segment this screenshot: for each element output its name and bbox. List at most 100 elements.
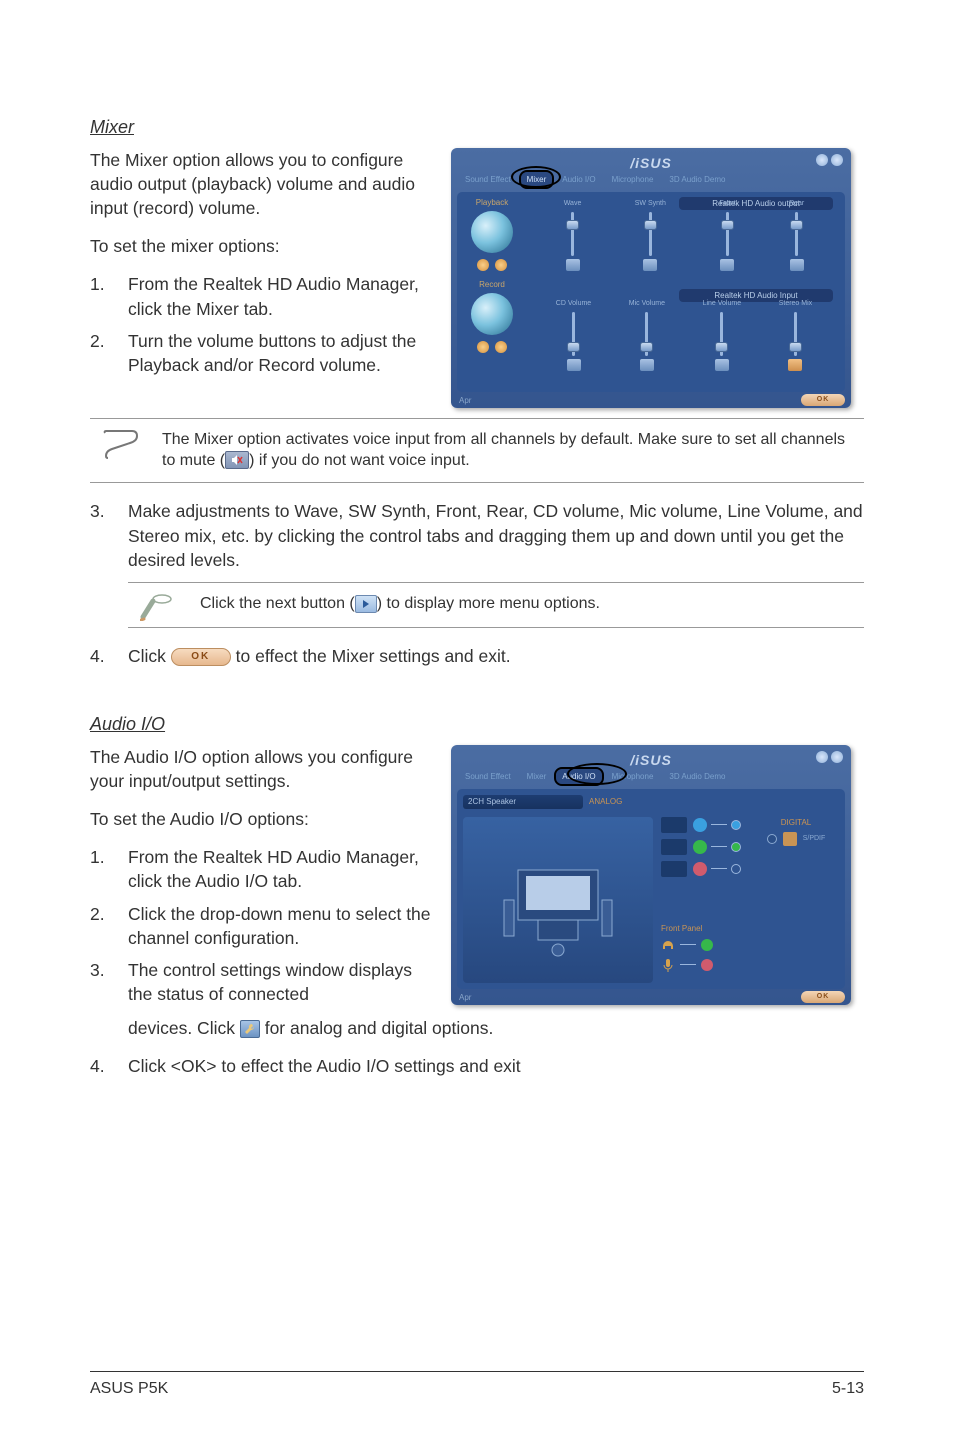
slider-label: Rear <box>789 199 804 209</box>
ok-button[interactable]: OK <box>801 991 845 1003</box>
slider-label: Front <box>719 199 735 209</box>
step-number: 4. <box>90 644 128 668</box>
wrench-icon <box>240 1020 260 1038</box>
mixer-step-2: Turn the volume buttons to adjust the Pl… <box>128 329 433 377</box>
slider-label: Line Volume <box>703 299 742 309</box>
callout-circle <box>567 763 627 785</box>
tab-microphone[interactable]: Microphone <box>606 172 660 187</box>
playback-label: Playback <box>462 197 522 208</box>
note-text: Click the next button () to display more… <box>200 589 864 620</box>
step-number: 4. <box>90 1054 128 1078</box>
window-controls[interactable] <box>816 154 843 166</box>
note-text: The Mixer option activates voice input f… <box>162 425 864 477</box>
audio-io-step-1: From the Realtek HD Audio Manager, click… <box>128 845 433 893</box>
jack-slot[interactable] <box>661 817 687 833</box>
tab-audio-io[interactable]: Audio I/O <box>556 172 601 187</box>
note-icon <box>102 425 162 459</box>
note-icon <box>140 589 200 621</box>
tab-sound-effect[interactable]: Sound Effect <box>459 769 517 784</box>
mic-icon <box>661 958 675 972</box>
mute-button[interactable] <box>495 341 507 353</box>
volume-slider[interactable] <box>649 212 652 256</box>
brand-logo: /iSUS <box>630 751 672 770</box>
panel-footer: Apr <box>459 395 471 406</box>
channel-mute[interactable] <box>788 359 802 371</box>
channel-mute[interactable] <box>643 259 657 271</box>
jack-green[interactable] <box>693 840 707 854</box>
mute-button[interactable] <box>477 341 489 353</box>
audio-io-screenshot: /iSUS Sound Effect Mixer Audio I/O Micro… <box>451 745 851 1005</box>
mixer-step-1: From the Realtek HD Audio Manager, click… <box>128 272 433 320</box>
audio-io-step-3-cont: The control settings window displays the… <box>128 1016 493 1040</box>
tab-3d-audio-demo[interactable]: 3D Audio Demo <box>663 172 731 187</box>
slider-label: Wave <box>564 199 582 209</box>
volume-slider[interactable] <box>720 312 723 356</box>
speaker-scene <box>463 817 653 983</box>
audio-io-step-4: Click <OK> to effect the Audio I/O setti… <box>128 1054 521 1078</box>
record-label: Record <box>462 279 522 290</box>
window-controls[interactable] <box>816 751 843 763</box>
mixer-lead: To set the mixer options: <box>90 234 433 258</box>
volume-slider[interactable] <box>794 312 797 356</box>
volume-slider[interactable] <box>726 212 729 256</box>
jack-slot[interactable] <box>661 839 687 855</box>
tab-mixer[interactable]: Mixer <box>521 769 553 784</box>
headphone-icon <box>661 938 675 952</box>
slider-label: Mic Volume <box>629 299 665 309</box>
front-jack-pink[interactable] <box>701 959 713 971</box>
slider-label: SW Synth <box>635 199 666 209</box>
footer-right: 5-13 <box>832 1378 864 1400</box>
mixer-screenshot: /iSUS Sound Effect Mixer Audio I/O Micro… <box>451 148 851 408</box>
step-number: 1. <box>90 272 128 296</box>
tab-sound-effect[interactable]: Sound Effect <box>459 172 517 187</box>
channel-mute[interactable] <box>720 259 734 271</box>
audio-io-step-2: Click the drop-down menu to select the c… <box>128 902 433 950</box>
volume-slider[interactable] <box>571 212 574 256</box>
channel-mute[interactable] <box>566 259 580 271</box>
channel-mute[interactable] <box>790 259 804 271</box>
audio-io-heading: Audio I/O <box>90 712 864 737</box>
mixer-intro: The Mixer option allows you to configure… <box>90 148 433 220</box>
audio-io-step-3-partial: The control settings window displays the… <box>128 958 433 1006</box>
mute-icon <box>225 451 249 469</box>
mixer-step-4: Click OK to effect the Mixer settings an… <box>128 644 511 668</box>
front-panel-label: Front Panel <box>661 923 751 934</box>
brand-logo: /iSUS <box>630 154 672 173</box>
record-volume-knob[interactable] <box>471 293 513 335</box>
next-icon <box>355 595 377 613</box>
mute-button[interactable] <box>495 259 507 271</box>
jack-blue[interactable] <box>693 818 707 832</box>
slider-label: CD Volume <box>556 299 591 309</box>
step-number: 3. <box>90 958 128 1006</box>
digital-jack[interactable] <box>767 834 777 844</box>
playback-volume-knob[interactable] <box>471 211 513 253</box>
channel-mute[interactable] <box>567 359 581 371</box>
channel-mute[interactable] <box>640 359 654 371</box>
volume-slider[interactable] <box>572 312 575 356</box>
channel-select[interactable]: 2CH Speaker <box>463 795 583 809</box>
step-number: 3. <box>90 499 128 571</box>
tab-3d-audio-demo[interactable]: 3D Audio Demo <box>663 769 731 784</box>
channel-mute[interactable] <box>715 359 729 371</box>
slider-label: Stereo Mix <box>779 299 812 309</box>
mixer-step-3: Make adjustments to Wave, SW Synth, Fron… <box>128 499 864 571</box>
audio-io-intro: The Audio I/O option allows you configur… <box>90 745 433 793</box>
ok-icon: OK <box>171 648 231 666</box>
volume-slider[interactable] <box>795 212 798 256</box>
volume-slider[interactable] <box>645 312 648 356</box>
panel-footer: Apr <box>459 992 471 1003</box>
step-number: 2. <box>90 902 128 926</box>
digital-label: DIGITAL <box>753 817 839 828</box>
analog-label: ANALOG <box>589 796 622 807</box>
audio-io-lead: To set the Audio I/O options: <box>90 807 433 831</box>
jack-slot[interactable] <box>661 861 687 877</box>
step-number: 2. <box>90 329 128 353</box>
mixer-heading: Mixer <box>90 115 864 140</box>
spdif-icon <box>783 832 797 846</box>
footer-left: ASUS P5K <box>90 1378 168 1400</box>
step-number: 1. <box>90 845 128 869</box>
front-jack-green[interactable] <box>701 939 713 951</box>
mute-button[interactable] <box>477 259 489 271</box>
ok-button[interactable]: OK <box>801 394 845 406</box>
jack-pink[interactable] <box>693 862 707 876</box>
